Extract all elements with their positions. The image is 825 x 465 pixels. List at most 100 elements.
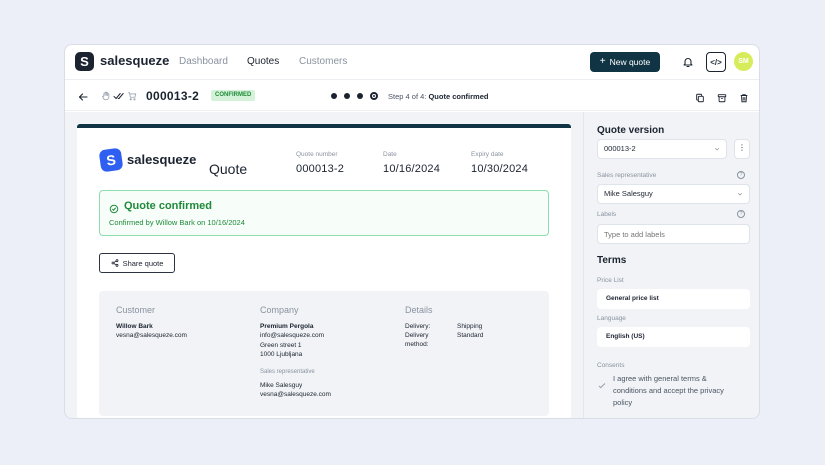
customer-column: Customer Willow Bark vesna@salesqueze.co…	[116, 305, 187, 341]
delivery-row: Delivery: Shipping	[405, 322, 483, 331]
delivery-value: Shipping	[457, 323, 483, 330]
price-list-select[interactable]: General price list	[597, 289, 750, 309]
status-icons	[101, 91, 137, 101]
top-nav: S salesqueze Dashboard Quotes Customers …	[65, 45, 759, 80]
cart-icon	[128, 92, 137, 101]
step-dot-4-current[interactable]	[370, 92, 378, 100]
quote-preview-area[interactable]: S salesqueze Quote Quote number 000013-2…	[65, 112, 583, 418]
labels-label: Labels	[597, 211, 617, 218]
labels-input[interactable]	[597, 224, 750, 244]
confirmation-banner: Quote confirmed Confirmed by Willow Bark…	[99, 190, 549, 236]
help-icon[interactable]: ?	[737, 171, 745, 179]
nav-quotes[interactable]: Quotes	[247, 56, 279, 67]
share-quote-button[interactable]: Share quote	[99, 253, 175, 273]
language-label: Language	[597, 315, 626, 322]
meta-value: 000013-2	[296, 163, 345, 175]
share-quote-label: Share quote	[122, 258, 164, 268]
language-select[interactable]: English (US)	[597, 327, 750, 347]
customer-name: Willow Bark	[116, 323, 153, 330]
company-rep-name: Mike Salesguy	[260, 381, 303, 389]
company-email[interactable]: info@salesqueze.com	[260, 331, 331, 341]
quote-subheader: 000013-2 CONFIRMED Step 4 of 4: Quote co…	[65, 81, 759, 111]
trash-icon[interactable]	[739, 90, 751, 103]
status-badge: CONFIRMED	[211, 90, 256, 101]
step-dot-3[interactable]	[357, 93, 363, 99]
details-column: Details Delivery: Shipping Delivery meth…	[405, 305, 483, 349]
consents-label: Consents	[597, 362, 625, 369]
company-heading: Company	[260, 305, 299, 315]
meta-value: 10/16/2024	[383, 163, 441, 175]
company-column: Company Premium Pergola info@salesqueze.…	[260, 305, 331, 400]
new-quote-label: New quote	[609, 57, 651, 67]
customer-email[interactable]: vesna@salesqueze.com	[116, 331, 187, 341]
details-heading: Details	[405, 305, 433, 315]
app-window: S salesqueze Dashboard Quotes Customers …	[64, 44, 760, 419]
customer-heading: Customer	[116, 305, 156, 315]
brand-name[interactable]: salesqueze	[100, 53, 169, 68]
share-icon	[111, 259, 118, 267]
parties-card: Customer Willow Bark vesna@salesqueze.co…	[99, 291, 549, 416]
step-count: Step 4 of 4:	[388, 92, 427, 101]
hand-icon	[102, 91, 110, 101]
delivery-key: Delivery:	[405, 323, 431, 330]
logo-icon[interactable]: S	[75, 52, 94, 71]
help-icon[interactable]: ?	[737, 210, 745, 218]
meta-date: Date 10/16/2024	[383, 151, 440, 175]
avatar[interactable]: SM	[734, 52, 753, 71]
doc-title: Quote	[209, 161, 248, 177]
new-quote-button[interactable]: + New quote	[590, 52, 660, 72]
step-indicator	[331, 92, 378, 100]
doc-brand-name: salesqueze	[127, 152, 197, 167]
delivery-method-value: Standard	[457, 332, 484, 339]
back-arrow-icon[interactable]	[77, 90, 89, 102]
version-menu-button[interactable]: ⋮	[734, 139, 750, 159]
price-list-label: Price List	[597, 277, 624, 284]
meta-expiry-date: Expiry date 10/30/2024	[471, 151, 528, 175]
delivery-method-key-2: method:	[405, 341, 429, 348]
company-street: Green street 1	[260, 341, 302, 349]
company-city: 1000 Ljubljana	[260, 351, 303, 358]
delivery-method-key-1: Delivery	[405, 332, 429, 339]
step-dot-1[interactable]	[331, 93, 337, 99]
quote-version-title: Quote version	[597, 125, 665, 136]
plus-icon: +	[599, 56, 606, 67]
archive-icon[interactable]	[717, 90, 729, 103]
check-double-icon	[113, 93, 124, 100]
company-name: Premium Pergola	[260, 323, 314, 330]
bell-icon[interactable]	[679, 53, 697, 71]
meta-value: 10/30/2024	[471, 163, 529, 175]
sales-rep-label: Sales representative	[597, 172, 657, 179]
company-rep-label: Sales representative	[260, 368, 315, 375]
meta-label: Expiry date	[471, 151, 504, 158]
chevron-down-icon	[737, 192, 743, 196]
copy-icon[interactable]	[695, 90, 707, 103]
quote-document: S salesqueze Quote Quote number 000013-2…	[77, 124, 571, 418]
company-rep-email[interactable]: vesna@salesqueze.com	[260, 390, 331, 400]
delivery-method-row: Delivery method: Standard	[405, 331, 483, 349]
chevron-down-icon	[714, 147, 720, 151]
nav-customers[interactable]: Customers	[299, 56, 347, 67]
nav-dashboard[interactable]: Dashboard	[179, 56, 228, 67]
quote-version-select[interactable]: 000013-2	[597, 139, 727, 159]
consent-text: I agree with general terms & conditions …	[613, 374, 724, 407]
terms-title: Terms	[597, 255, 627, 266]
meta-quote-number: Quote number 000013-2	[296, 151, 344, 175]
consent-terms[interactable]: I agree with general terms & conditions …	[597, 373, 733, 409]
confirmation-title: Quote confirmed	[124, 200, 213, 212]
step-label: Step 4 of 4: Quote confirmed	[388, 92, 488, 101]
confirmation-subtitle: Confirmed by Willow Bark on 10/16/2024	[109, 218, 245, 227]
code-icon[interactable]: </>	[706, 52, 726, 72]
check-icon[interactable]	[597, 381, 607, 391]
meta-label: Quote number	[296, 151, 338, 158]
step-name: Quote confirmed	[428, 92, 489, 101]
step-dot-2[interactable]	[344, 93, 350, 99]
meta-label: Date	[383, 151, 397, 158]
panel-scrollbar[interactable]	[759, 114, 760, 239]
quote-version-value: 000013-2	[604, 144, 636, 153]
check-circle-icon	[109, 201, 119, 214]
sales-rep-select[interactable]: Mike Salesguy	[597, 184, 750, 204]
sales-rep-value: Mike Salesguy	[604, 189, 653, 198]
quote-number-heading: 000013-2	[146, 89, 200, 103]
delivery-method-key: Delivery method:	[405, 331, 457, 349]
doc-logo-icon: S	[98, 147, 124, 173]
